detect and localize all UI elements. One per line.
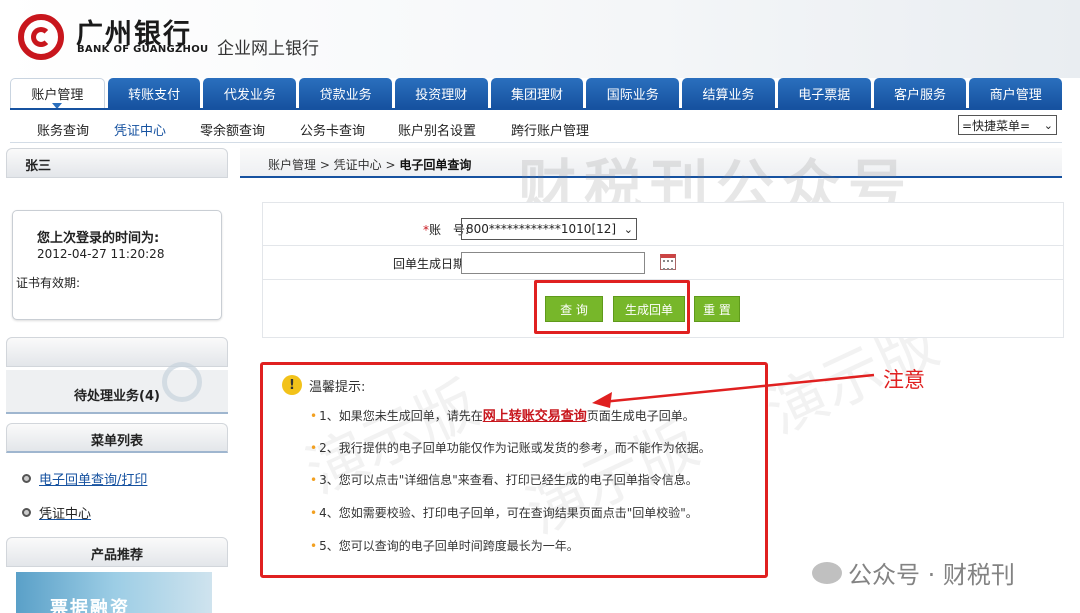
user-name: 张三 xyxy=(25,159,52,174)
site-subtitle: 企业网上银行 xyxy=(217,39,319,59)
date-row: 回单生成日期: xyxy=(263,246,1063,280)
magnifier-icon xyxy=(162,362,202,402)
menu-list-title: 菜单列表 xyxy=(91,434,144,449)
cert-validity-label: 证书有效期: xyxy=(16,276,81,290)
login-info-card: 您上次登录的时间为: 2012-04-27 11:20:28 xyxy=(12,210,222,320)
main-nav: 账户管理 转账支付 代发业务 贷款业务 投资理财 集团理财 国际业务 结算业务 … xyxy=(10,78,1063,109)
tab-payroll[interactable]: 代发业务 xyxy=(203,78,297,108)
menu-item-e-receipt[interactable]: 电子回单查询/打印 xyxy=(22,469,147,488)
wechat-icon xyxy=(812,561,842,584)
quick-menu-value: =快捷菜单= xyxy=(962,118,1031,133)
product-header: 产品推荐 xyxy=(6,537,228,567)
tab-investment[interactable]: 投资理财 xyxy=(394,78,488,108)
highlight-box xyxy=(534,280,690,334)
transfer-query-link[interactable]: 网上转账交易查询 xyxy=(483,409,587,424)
bullet-icon xyxy=(22,474,31,483)
tip-item: • 4、您如需要校验、打印电子回单，可在查询结果页面点击"回单校验"。 xyxy=(310,506,698,520)
sub-nav: 账务查询 凭证中心 零余额查询 公务卡查询 账户别名设置 跨行账户管理 xyxy=(10,113,1062,143)
quick-menu-select[interactable]: =快捷菜单= ⌄ xyxy=(958,115,1057,135)
tab-transfer[interactable]: 转账支付 xyxy=(107,78,201,108)
tip-item: • 5、您可以查询的电子回单时间跨度最长为一年。 xyxy=(310,539,579,553)
tips-title: 温馨提示: xyxy=(309,380,366,395)
breadcrumb-path: 账户管理 > 凭证中心 > xyxy=(268,158,400,172)
annotation-label: 注意 xyxy=(883,368,925,392)
menu-item-label: 电子回单查询/打印 xyxy=(39,473,148,488)
bank-name-en: BANK OF GUANGZHOU xyxy=(77,44,209,55)
subnav-interbank-account[interactable]: 跨行账户管理 xyxy=(511,120,589,139)
chevron-down-icon: ⌄ xyxy=(1043,118,1053,132)
menu-list-header: 菜单列表 xyxy=(6,423,228,453)
tip-item: • 3、您可以点击"详细信息"来查看、打印已经生成的电子回单指令信息。 xyxy=(310,473,698,487)
tab-customer-service[interactable]: 客户服务 xyxy=(873,78,967,108)
subnav-account-alias[interactable]: 账户别名设置 xyxy=(398,120,476,139)
subnav-zero-balance[interactable]: 零余额查询 xyxy=(200,120,265,139)
bank-logo-icon xyxy=(18,14,64,60)
account-row: *账 号: 800************1010[12] ⌄ xyxy=(263,212,1063,246)
product-banner-text: 票据融资 xyxy=(50,598,130,613)
header: 广州银行 BANK OF GUANGZHOU 企业网上银行 xyxy=(0,0,1080,78)
tab-settlement[interactable]: 结算业务 xyxy=(682,78,775,108)
tab-group-finance[interactable]: 集团理财 xyxy=(490,78,584,108)
wechat-watermark: 公众号 · 财税刊 xyxy=(812,555,1015,590)
user-panel-header: 张三 xyxy=(6,148,228,178)
product-banner[interactable]: 票据融资 xyxy=(16,572,212,613)
menu-item-voucher-center[interactable]: 凭证中心 xyxy=(22,503,91,522)
warning-icon: ! xyxy=(282,375,302,395)
sidebar-blank-header xyxy=(6,337,228,367)
menu-item-label: 凭证中心 xyxy=(39,507,92,522)
date-input[interactable] xyxy=(461,252,645,274)
last-login-label: 您上次登录的时间为: xyxy=(37,231,160,246)
subnav-official-card[interactable]: 公务卡查询 xyxy=(300,120,365,139)
tab-merchant[interactable]: 商户管理 xyxy=(969,78,1063,108)
tip-item: • 2、我行提供的电子回单功能仅作为记账或发货的参考，而不能作为依据。 xyxy=(310,441,711,455)
date-label: 回单生成日期: xyxy=(392,257,469,271)
account-select[interactable]: 800************1010[12] ⌄ xyxy=(461,218,637,240)
tab-account-management[interactable]: 账户管理 xyxy=(10,78,105,109)
pending-business-label: 待处理业务(4) xyxy=(74,389,160,404)
calendar-icon[interactable] xyxy=(660,254,676,270)
nav-divider xyxy=(10,108,1062,110)
tab-e-bill[interactable]: 电子票据 xyxy=(777,78,871,108)
reset-button[interactable]: 重 置 xyxy=(694,296,740,322)
subnav-voucher-center[interactable]: 凭证中心 xyxy=(114,120,166,139)
tab-loan[interactable]: 贷款业务 xyxy=(299,78,392,108)
chevron-down-icon: ⌄ xyxy=(623,222,633,236)
subnav-account-query[interactable]: 账务查询 xyxy=(37,120,89,139)
annotation-arrow-icon xyxy=(592,373,875,408)
bullet-icon xyxy=(22,508,31,517)
last-login-time: 2012-04-27 11:20:28 xyxy=(37,247,165,261)
product-title: 产品推荐 xyxy=(91,548,144,563)
account-value: 800************1010[12] xyxy=(466,222,617,236)
tab-international[interactable]: 国际业务 xyxy=(586,78,680,108)
breadcrumb-current: 电子回单查询 xyxy=(399,158,472,172)
